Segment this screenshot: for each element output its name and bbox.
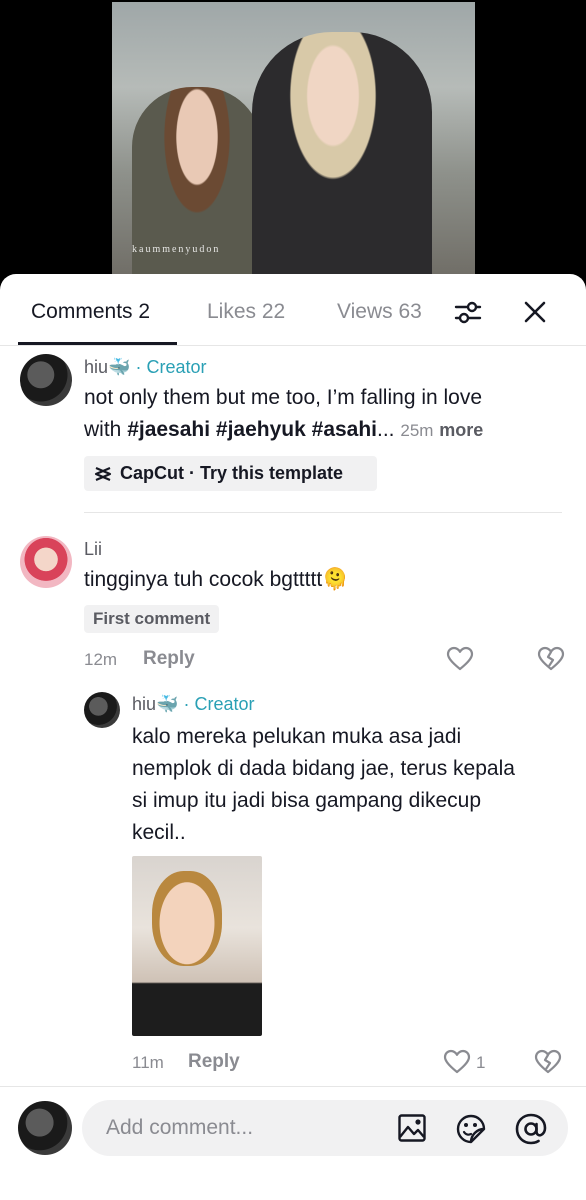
filter-icon[interactable] <box>452 296 484 328</box>
tab-bar: Comments 2 Likes 22 Views 63 <box>0 274 586 346</box>
commenter-avatar[interactable] <box>20 536 72 588</box>
reply-author[interactable]: hiu🐳 · Creator <box>132 694 254 715</box>
sticker-emoji-icon[interactable] <box>455 1113 487 1145</box>
capcut-template-button[interactable]: CapCut · Try this template <box>84 456 377 491</box>
tab-comments[interactable]: Comments 2 <box>31 300 150 324</box>
divider <box>84 512 562 513</box>
tab-likes[interactable]: Likes 22 <box>207 300 285 324</box>
reply-reply-button[interactable]: Reply <box>188 1051 240 1073</box>
my-avatar[interactable] <box>18 1101 72 1155</box>
reply-text-line2: nemplok di dada bidang jae, terus kepala <box>132 757 515 780</box>
post-hashtags[interactable]: #jaesahi #jaehyuk #asahi <box>127 418 377 441</box>
post-caption-line1: not only them but me too, I’m falling in… <box>84 386 483 409</box>
reply-text-line3: si imup itu jadi bisa gampang dikecup <box>132 789 482 812</box>
post-author-name: hiu🐳 <box>84 357 131 377</box>
comments-sheet: Comments 2 Likes 22 Views 63 hiu🐳 · Crea… <box>0 274 586 1200</box>
creator-label: · Creator <box>135 357 207 377</box>
capcut-template-label: CapCut · Try this template <box>120 463 344 483</box>
comment-author[interactable]: Lii <box>84 539 102 560</box>
capcut-icon <box>94 466 112 481</box>
video-watermark: kaummenyudon <box>132 244 221 255</box>
creator-avatar[interactable] <box>20 354 72 406</box>
video-person-right <box>252 32 432 287</box>
comment-input[interactable] <box>106 1114 386 1142</box>
first-comment-badge: First comment <box>84 605 220 633</box>
comment-text: tingginya tuh cocok bgttttt🫠 <box>84 568 349 591</box>
reply-dislike-broken-heart-icon[interactable] <box>534 1049 562 1075</box>
post-caption: not only them but me too, I’m falling in… <box>84 382 564 447</box>
reply-author-name: hiu🐳 <box>132 694 179 714</box>
post-author[interactable]: hiu🐳 · Creator <box>84 357 206 378</box>
reply-text: kalo mereka pelukan muka asa jadi nemplo… <box>132 721 572 849</box>
video-person-left <box>132 87 262 287</box>
close-icon[interactable] <box>519 296 551 328</box>
reply-text-line1: kalo mereka pelukan muka asa jadi <box>132 725 462 748</box>
reply-like-count: 1 <box>476 1053 486 1072</box>
reply-text-line4: kecil.. <box>132 821 186 844</box>
comment-input-container[interactable] <box>82 1100 568 1156</box>
reply-like-heart-icon[interactable] <box>443 1049 471 1075</box>
more-button[interactable]: more <box>439 420 483 440</box>
image-icon[interactable] <box>397 1113 427 1143</box>
gif-face <box>152 871 222 966</box>
tab-views[interactable]: Views 63 <box>337 300 422 324</box>
post-caption-line2: with #jaesahi #jaehyuk #asahi... 25m mor… <box>84 414 564 447</box>
dislike-broken-heart-icon[interactable] <box>537 646 565 672</box>
post-caption-prefix: with <box>84 418 128 441</box>
reply-gif-image[interactable] <box>132 856 262 1036</box>
reply-author-avatar[interactable] <box>84 692 120 728</box>
comment-reply-button[interactable]: Reply <box>143 648 195 670</box>
comment-composer <box>0 1086 586 1200</box>
like-heart-icon[interactable] <box>446 646 474 672</box>
active-tab-underline <box>18 342 177 345</box>
reply-time: 11m <box>132 1053 164 1072</box>
comment-time: 12m <box>84 650 118 669</box>
video-area: kaummenyudon <box>0 0 586 300</box>
reply-creator-label: · Creator <box>183 694 255 714</box>
mention-at-icon[interactable] <box>514 1112 548 1146</box>
post-time: 25m <box>400 421 434 440</box>
post-ellipsis: ... <box>377 418 395 441</box>
